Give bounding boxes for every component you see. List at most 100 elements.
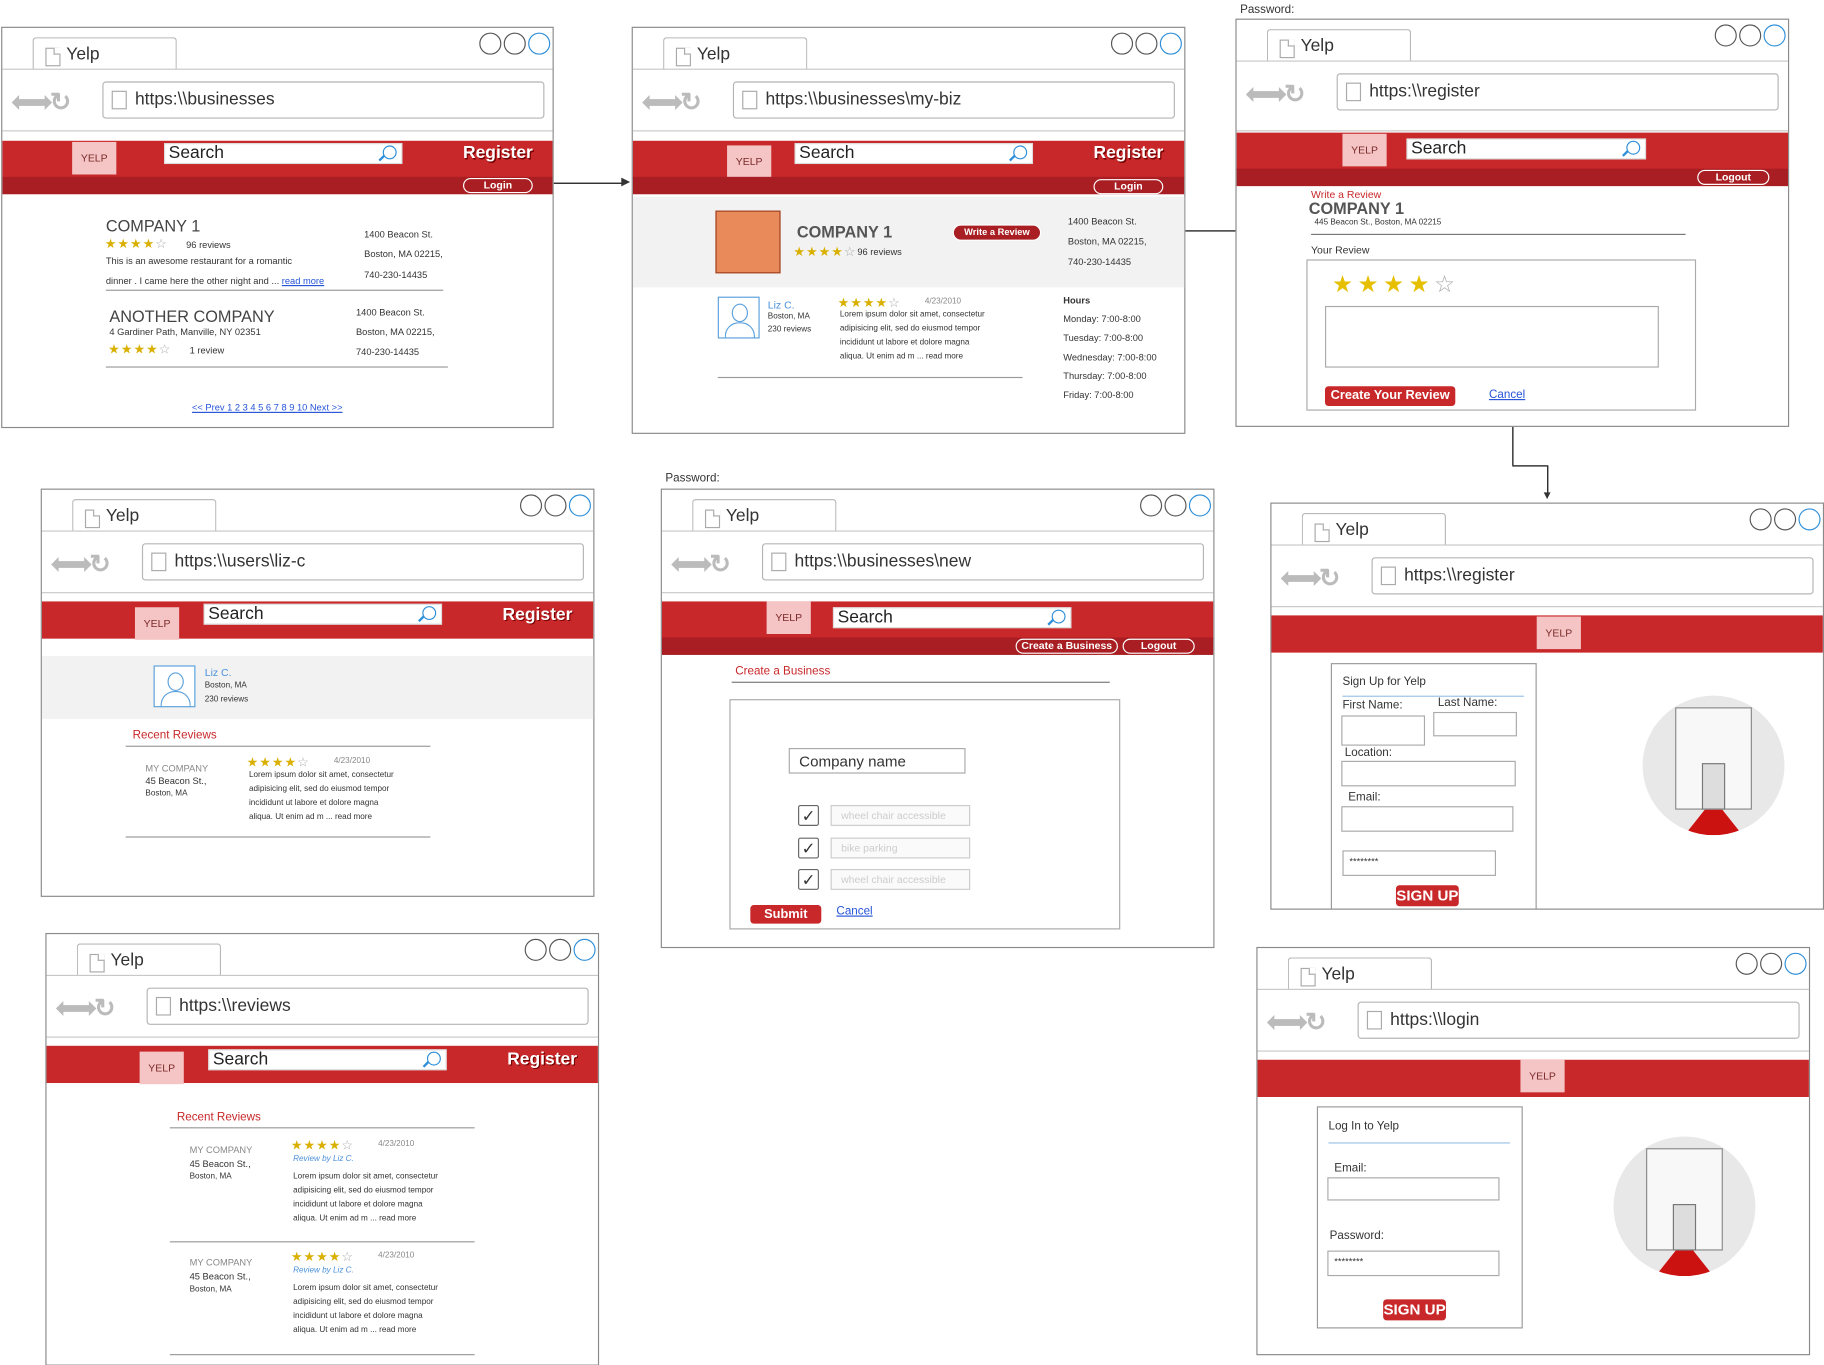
search-input[interactable]: Search [203,603,443,625]
maximize-icon[interactable] [1135,32,1158,55]
rating-input[interactable]: ★★★★☆ [1332,270,1460,299]
avatar[interactable] [717,296,760,339]
first-name-field[interactable] [1341,715,1426,746]
search-input[interactable]: Search [1406,138,1647,160]
url-bar[interactable]: https:\\businesses [102,81,545,119]
close-icon[interactable] [573,938,596,961]
browser-tab[interactable]: Yelp [32,37,177,70]
email-field[interactable] [1327,1177,1500,1201]
close-icon[interactable] [1188,494,1211,517]
search-input[interactable]: Search [164,143,403,165]
checkbox-1[interactable]: ✓ [798,805,819,826]
minimize-icon[interactable] [1140,494,1163,517]
nav-buttons-icon[interactable]: ⬅➡↻ [1281,563,1362,592]
url-bar[interactable]: https:\\users\liz-c [141,543,584,581]
write-review-button[interactable]: Write a Review [952,224,1042,241]
company-link[interactable]: MY COMPANY [190,1145,253,1155]
read-more-link[interactable]: read more [282,276,324,286]
business-name[interactable]: COMPANY 1 [106,216,200,235]
close-icon[interactable] [1763,24,1786,47]
logout-button[interactable]: Logout [1122,638,1195,654]
url-bar[interactable]: https:\\register [1371,557,1814,595]
nav-buttons-icon[interactable]: ⬅➡↻ [1267,1007,1348,1036]
review-by-link[interactable]: Review by Liz C. [293,1155,354,1163]
login-button[interactable]: Login [462,177,533,194]
minimize-icon[interactable] [1735,952,1758,975]
nav-buttons-icon[interactable]: ⬅➡↻ [642,87,723,116]
minimize-icon[interactable] [479,32,502,55]
review-textarea[interactable] [1324,305,1659,368]
yelp-logo[interactable]: YELP [1520,1059,1565,1093]
close-icon[interactable] [1798,508,1821,531]
url-bar[interactable]: https:\\businesses\new [761,543,1205,581]
last-name-field[interactable] [1433,711,1517,737]
nav-buttons-icon[interactable]: ⬅➡↻ [12,87,93,116]
company-link[interactable]: MY COMPANY [145,763,208,773]
maximize-icon[interactable] [549,938,572,961]
location-field[interactable] [1341,760,1516,787]
company-link[interactable]: MY COMPANY [190,1258,253,1268]
minimize-icon[interactable] [1749,508,1772,531]
sign-up-button[interactable]: SIGN UP [1383,1299,1446,1321]
maximize-icon[interactable] [1164,494,1187,517]
search-icon[interactable] [1626,140,1641,155]
yelp-logo[interactable]: YELP [727,145,772,178]
business-name[interactable]: ANOTHER COMPANY [109,307,274,326]
nav-buttons-icon[interactable]: ⬅➡↻ [56,993,137,1022]
password-field[interactable]: ******** [1342,850,1497,876]
search-input[interactable]: Search [832,607,1072,629]
email-field[interactable] [1341,806,1514,832]
yelp-logo[interactable]: YELP [134,607,180,640]
maximize-icon[interactable] [1739,24,1762,47]
search-input[interactable]: Search [794,143,1034,165]
password-field[interactable]: ******** [1327,1250,1500,1277]
nav-buttons-icon[interactable]: ⬅➡↻ [51,549,132,578]
maximize-icon[interactable] [1760,952,1783,975]
close-icon[interactable] [568,494,591,517]
checkbox-2[interactable]: ✓ [798,837,819,859]
close-icon[interactable] [1784,952,1807,975]
browser-tab[interactable]: Yelp [1287,957,1433,990]
close-icon[interactable] [1159,32,1182,55]
register-button[interactable]: Register [463,143,533,163]
minimize-icon[interactable] [1110,32,1134,55]
reviewer-name[interactable]: Liz C. [768,299,795,311]
login-button[interactable]: Login [1093,179,1164,195]
pagination[interactable]: << Prev 1 2 3 4 5 6 7 8 9 10 Next >> [192,403,343,413]
browser-tab[interactable]: Yelp [1301,513,1446,546]
browser-tab[interactable]: Yelp [663,37,808,70]
search-icon[interactable] [1051,609,1066,624]
browser-tab[interactable]: Yelp [692,499,837,532]
create-business-button[interactable]: Create a Business [1015,638,1118,654]
yelp-logo[interactable]: YELP [139,1051,184,1085]
search-icon[interactable] [426,1051,441,1066]
yelp-logo[interactable]: YELP [1342,133,1387,167]
sign-up-button[interactable]: SIGN UP [1395,885,1459,907]
search-icon[interactable] [1013,145,1028,160]
maximize-icon[interactable] [544,494,567,517]
minimize-icon[interactable] [524,938,547,961]
search-input[interactable]: Search [208,1049,447,1071]
minimize-icon[interactable] [1714,24,1737,47]
submit-button[interactable]: Submit [750,905,822,924]
yelp-logo[interactable]: YELP [1536,616,1581,650]
company-name-input[interactable]: Company name [788,748,966,774]
search-icon[interactable] [382,145,397,160]
browser-tab[interactable]: Yelp [1266,29,1412,62]
logout-button[interactable]: Logout [1697,169,1770,185]
url-bar[interactable]: https:\\login [1357,1001,1800,1039]
create-review-button[interactable]: Create Your Review [1324,386,1456,406]
url-bar[interactable]: https:\\reviews [146,987,589,1025]
search-icon[interactable] [422,606,437,621]
browser-tab[interactable]: Yelp [72,499,217,532]
register-button[interactable]: Register [1094,143,1164,163]
register-button[interactable]: Register [507,1049,577,1069]
checkbox-3[interactable]: ✓ [798,868,819,890]
cancel-link[interactable]: Cancel [1489,389,1525,402]
review-by-link[interactable]: Review by Liz C. [293,1267,354,1275]
nav-buttons-icon[interactable]: ⬅➡↻ [671,549,752,578]
browser-tab[interactable]: Yelp [76,943,222,977]
map-thumbnail[interactable] [715,210,781,274]
url-bar[interactable]: https:\\register [1336,73,1779,111]
register-button[interactable]: Register [503,605,573,625]
